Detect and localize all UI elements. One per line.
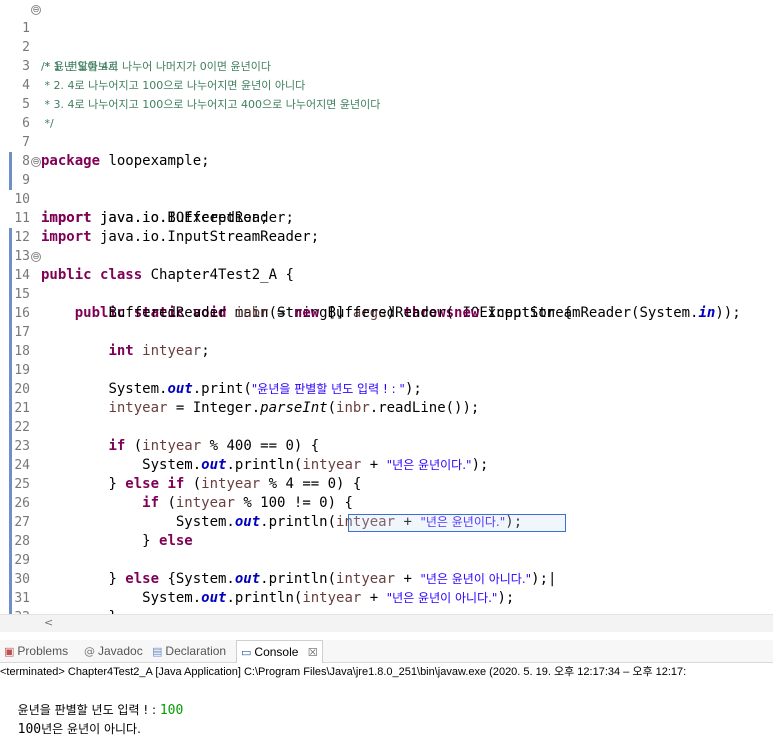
- console-result-number: 100: [17, 722, 42, 737]
- code-line: 9 ⊖ import java.io.BufferedReader;: [0, 152, 773, 226]
- tab-label: Console: [254, 645, 299, 659]
- code-line: 22 if (intyear % 400 == 0) {: [0, 399, 773, 454]
- console-input: 100: [159, 703, 184, 718]
- scroll-left-icon[interactable]: <: [44, 616, 53, 629]
- code-line: 26 System.out.println(intyear + "년은 윤년이다…: [0, 475, 773, 530]
- code-line: 1 ⊖ /* 윤년 알아보기: [0, 0, 773, 73]
- problems-icon: ▣: [4, 645, 15, 658]
- code-line: 28 System.out.println(intyear + "년은 윤년이 …: [0, 513, 773, 587]
- code-line: 27 } else: [0, 494, 773, 549]
- view-tab-bar: ▣ Problems @ Javadoc ▤ Declaration ▭ Console…: [0, 640, 773, 663]
- tab-problems[interactable]: ▣ Problems: [4, 640, 68, 662]
- code-line: 30 System.out.println(intyear + "년은 윤년이 …: [0, 551, 773, 606]
- declaration-icon: ▤: [152, 645, 163, 658]
- code-line: 25 if (intyear % 100 != 0) {: [0, 456, 773, 511]
- code-line: 7 package loopexample;: [0, 114, 773, 169]
- code-line: 31 }: [0, 570, 773, 614]
- javadoc-icon: @: [84, 645, 95, 658]
- horizontal-scrollbar[interactable]: <: [0, 614, 773, 632]
- code-line: 4 * 3. 4로 나누어지고 100으로 나누어지고 400으로 나누어지면 …: [0, 57, 773, 111]
- code-line: 12: [0, 209, 773, 245]
- code-line: 5 */: [0, 76, 773, 130]
- tab-label: Declaration: [165, 644, 227, 658]
- code-line: 15 BufferedReader inbr = new BufferedRea…: [0, 266, 773, 321]
- selection-highlight: [348, 514, 566, 532]
- tab-console[interactable]: ▭ Console ☒: [236, 640, 323, 663]
- code-line: 23 System.out.println(intyear + "년은 윤년이다…: [0, 418, 773, 473]
- code-line: 18: [0, 323, 773, 359]
- code-line: 13 public class Chapter4Test2_A {: [0, 228, 773, 283]
- fold-toggle-icon[interactable]: ⊖: [31, 157, 41, 167]
- console-icon: ▭: [241, 646, 252, 659]
- code-line: 3 * 2. 4로 나누어지고 100으로 나누어지면 윤년이 아니다: [0, 38, 773, 92]
- code-line: 6: [0, 95, 773, 131]
- fold-toggle-icon[interactable]: ⊖: [31, 252, 41, 262]
- code-line: 21: [0, 380, 773, 416]
- close-tab-icon[interactable]: ☒: [308, 646, 318, 659]
- console-result-text: 년은 윤년이 아니다.: [41, 722, 141, 736]
- code-line: 24 } else if (intyear % 4 == 0) {: [0, 437, 773, 492]
- code-line: 8: [0, 133, 773, 169]
- code-line: 16: [0, 285, 773, 321]
- code-line: 29 } else {: [0, 532, 773, 587]
- tab-declaration[interactable]: ▤ Declaration: [152, 640, 226, 662]
- code-line: 10 import java.io.IOException;: [0, 171, 773, 226]
- code-line: 20 intyear = Integer.parseInt(inbr.readL…: [0, 361, 773, 416]
- fold-toggle-icon[interactable]: ⊖: [31, 5, 41, 15]
- tab-label: Javadoc: [98, 644, 143, 658]
- code-editor[interactable]: 1 ⊖ /* 윤년 알아보기 2 * 1. 년도를 4로 나누어 나머지가 0이…: [0, 0, 773, 614]
- code-line: 11 import java.io.InputStreamReader;: [0, 190, 773, 245]
- tab-javadoc[interactable]: @ Javadoc: [84, 640, 143, 662]
- code-line: 17 int intyear;: [0, 304, 773, 359]
- console-output-line: 100년은 윤년이 아니다.: [2, 701, 141, 739]
- code-line: 2 * 1. 년도를 4로 나누어 나머지가 0이면 윤년이다: [0, 19, 773, 73]
- code-line: 19 System.out.print("윤년을 판별할 년도 입력 ! : "…: [0, 342, 773, 397]
- console-process-label: <terminated> Chapter4Test2_A [Java Appli…: [0, 666, 687, 678]
- code-line: 14 ⊖ public static void main(String[] ar…: [0, 247, 773, 321]
- code-line: 33 }: [0, 598, 773, 614]
- tab-label: Problems: [17, 644, 69, 658]
